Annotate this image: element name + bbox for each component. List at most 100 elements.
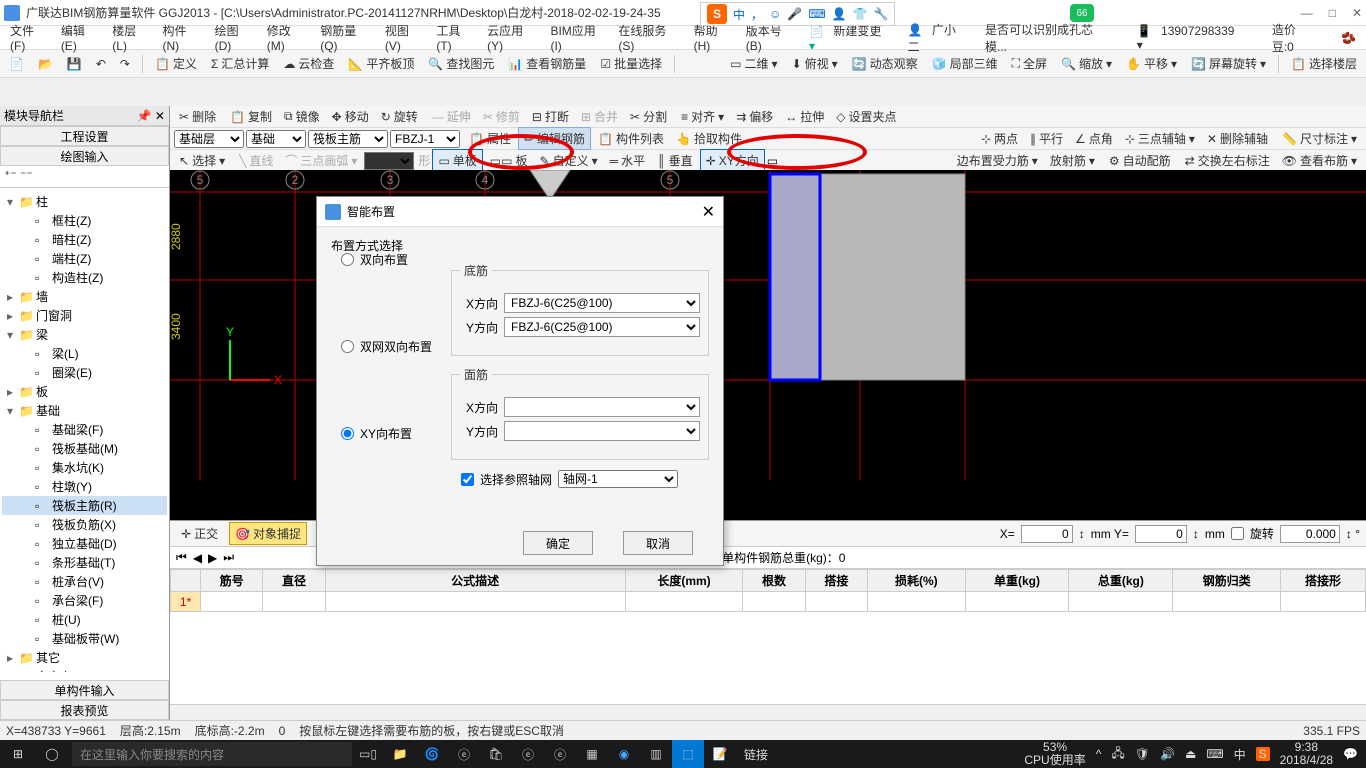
fullscreen-button[interactable]: ⛶ 全屏: [1007, 53, 1052, 74]
tree-item[interactable]: ▫条形基础(T): [2, 553, 167, 572]
help-link[interactable]: 是否可以识别成孔芯模...: [979, 21, 1119, 55]
menu-help[interactable]: 帮助(H): [688, 22, 740, 53]
app3-icon[interactable]: ▥: [640, 740, 672, 768]
task-view-icon[interactable]: ▭▯: [352, 740, 384, 768]
select-tool[interactable]: ↖ 选择 ▾: [174, 150, 230, 171]
rotate-button[interactable]: ↻ 旋转: [376, 106, 423, 127]
tree-item[interactable]: ▾📁基础: [2, 401, 167, 420]
cancel-button[interactable]: 取消: [623, 531, 693, 555]
tray-shield-icon[interactable]: 🛡: [1135, 747, 1150, 761]
2d-button[interactable]: ▭ 二维 ▾: [725, 53, 782, 74]
rotate-checkbox[interactable]: [1231, 527, 1244, 540]
top-view-button[interactable]: ⬇ 俯视 ▾: [787, 53, 843, 74]
start-button[interactable]: ⊞: [0, 740, 36, 768]
tree-item[interactable]: ▫筏板主筋(R): [2, 496, 167, 515]
extend-button[interactable]: — 延伸: [427, 106, 476, 127]
point-angle-button[interactable]: ∠ 点角: [1070, 128, 1118, 149]
single-component-tab[interactable]: 单构件输入: [0, 680, 169, 700]
tray-up-icon[interactable]: ^: [1096, 747, 1102, 761]
tree-item[interactable]: ▫桩(U): [2, 610, 167, 629]
save-icon[interactable]: 💾: [62, 55, 87, 73]
edit-rebar-button[interactable]: ✏ 编辑钢筋: [518, 127, 591, 150]
align-button[interactable]: ≡ 对齐 ▾: [676, 106, 729, 127]
notification-badge[interactable]: 66: [1070, 4, 1094, 22]
tray-net-icon[interactable]: 🖧: [1111, 744, 1124, 765]
menu-online[interactable]: 在线服务(S): [612, 22, 687, 53]
ime-person-icon[interactable]: 👤: [832, 7, 847, 21]
menu-floor[interactable]: 楼层(L): [106, 22, 156, 53]
ime-wrench-icon[interactable]: 🔧: [873, 7, 888, 21]
tree-item[interactable]: ▫桩承台(V): [2, 572, 167, 591]
edge2-icon[interactable]: ⓔ: [512, 740, 544, 768]
menu-tools[interactable]: 工具(T): [430, 22, 481, 53]
radio-xy[interactable]: XY向布置: [341, 425, 432, 442]
custom-button[interactable]: ✎ 自定义 ▾: [535, 150, 603, 171]
notification-icon[interactable]: 💬: [1343, 747, 1358, 761]
phone-label[interactable]: 📱 13907298339 ▾: [1131, 24, 1254, 52]
screen-rotate-button[interactable]: 🔄 屏幕旋转 ▾: [1186, 53, 1271, 74]
tree-item[interactable]: ▫基础板带(W): [2, 629, 167, 648]
align-board-button[interactable]: 📐 平齐板顶: [343, 53, 419, 74]
mirror-button[interactable]: ⧉ 镜像: [279, 106, 325, 127]
line-tool[interactable]: ╲ 直线: [234, 150, 278, 171]
define-button[interactable]: 📋 定义: [150, 53, 202, 74]
cortana-icon[interactable]: ◯: [36, 740, 68, 768]
menu-bim[interactable]: BIM应用(I): [544, 22, 612, 53]
tree-item[interactable]: ▫承台梁(F): [2, 591, 167, 610]
menu-file[interactable]: 文件(F): [4, 22, 55, 53]
y-input[interactable]: [1135, 525, 1187, 543]
swap-label-button[interactable]: ⇄ 交换左右标注: [1180, 150, 1275, 171]
style-select[interactable]: [364, 152, 414, 170]
tree-item[interactable]: ▫梁(L): [2, 344, 167, 363]
tree-collapse-icon[interactable]: ⁻⁻: [20, 168, 33, 182]
ime-punct-icon[interactable]: ，: [751, 6, 763, 23]
panel-pin-icon[interactable]: 📌 ✕: [137, 109, 165, 123]
split-button[interactable]: ✂ 分割: [625, 106, 672, 127]
radio-bidir[interactable]: 双向布置: [341, 251, 432, 268]
app4-icon[interactable]: 📝: [704, 740, 736, 768]
arc-tool[interactable]: ⌒ 三点画弧 ▾: [280, 150, 362, 171]
board-button[interactable]: ▭▭ 板: [485, 150, 533, 171]
swirl-icon[interactable]: 🌀: [416, 740, 448, 768]
tree-item[interactable]: ▸📁板: [2, 382, 167, 401]
grip-button[interactable]: ◇ 设置夹点: [831, 106, 901, 127]
rotate-input[interactable]: [1280, 525, 1340, 543]
table-row[interactable]: 1*: [171, 592, 1366, 612]
tray-usb-icon[interactable]: ⏏: [1185, 747, 1196, 761]
project-settings-tab[interactable]: 工程设置: [0, 126, 169, 146]
trim-button[interactable]: ✂ 修剪: [478, 106, 525, 127]
menu-version[interactable]: 版本号(B): [740, 22, 803, 53]
ime-smile-icon[interactable]: ☺: [769, 7, 781, 21]
snap-toggle[interactable]: 🎯 对象捕捉: [229, 522, 307, 545]
sogou-ime-icon[interactable]: S: [707, 4, 727, 24]
tray-ime-icon[interactable]: S: [1256, 747, 1270, 761]
xy-direction-button[interactable]: ✛ XY方向: [700, 149, 765, 172]
move-button[interactable]: ✥ 移动: [327, 106, 374, 127]
tree-item[interactable]: ▾📁自定义: [2, 667, 167, 672]
tree-item[interactable]: ▫构造柱(Z): [2, 268, 167, 287]
local-3d-button[interactable]: 🧊 局部三维: [927, 53, 1003, 74]
delete-button[interactable]: ✂ 删除: [174, 106, 221, 127]
tray-vol-icon[interactable]: 🔊: [1160, 747, 1175, 761]
two-point-button[interactable]: ⊹ 两点: [976, 128, 1023, 149]
ortho-toggle[interactable]: ✛ 正交: [176, 523, 223, 544]
three-point-aux-button[interactable]: ⊹ 三点辅轴 ▾: [1120, 128, 1200, 149]
edge-icon[interactable]: ⓔ: [448, 740, 480, 768]
delete-aux-button[interactable]: ✕ 删除辅轴: [1202, 128, 1273, 149]
break-button[interactable]: ⊟ 打断: [527, 106, 574, 127]
open-file-icon[interactable]: 📂: [33, 55, 58, 73]
taskbar-search[interactable]: 在这里输入你要搜索的内容: [72, 742, 352, 766]
undo-icon[interactable]: ↶: [91, 55, 111, 73]
top-y-select[interactable]: [504, 421, 700, 441]
horizontal-button[interactable]: ═ 水平: [605, 150, 651, 171]
menu-component[interactable]: 构件(N): [156, 22, 208, 53]
user-label[interactable]: 👤 广小二: [902, 21, 979, 55]
cloud-check-button[interactable]: ☁ 云检查: [278, 53, 339, 74]
parallel-button[interactable]: ∥ 平行: [1025, 128, 1068, 149]
x-input[interactable]: [1021, 525, 1073, 543]
last-button[interactable]: ⏭: [223, 550, 234, 565]
report-preview-tab[interactable]: 报表预览: [0, 700, 169, 720]
auto-rebar-button[interactable]: ⚙ 自动配筋: [1104, 150, 1176, 171]
sum-calc-button[interactable]: Σ 汇总计算: [206, 53, 274, 74]
tree-item[interactable]: ▸📁门窗洞: [2, 306, 167, 325]
